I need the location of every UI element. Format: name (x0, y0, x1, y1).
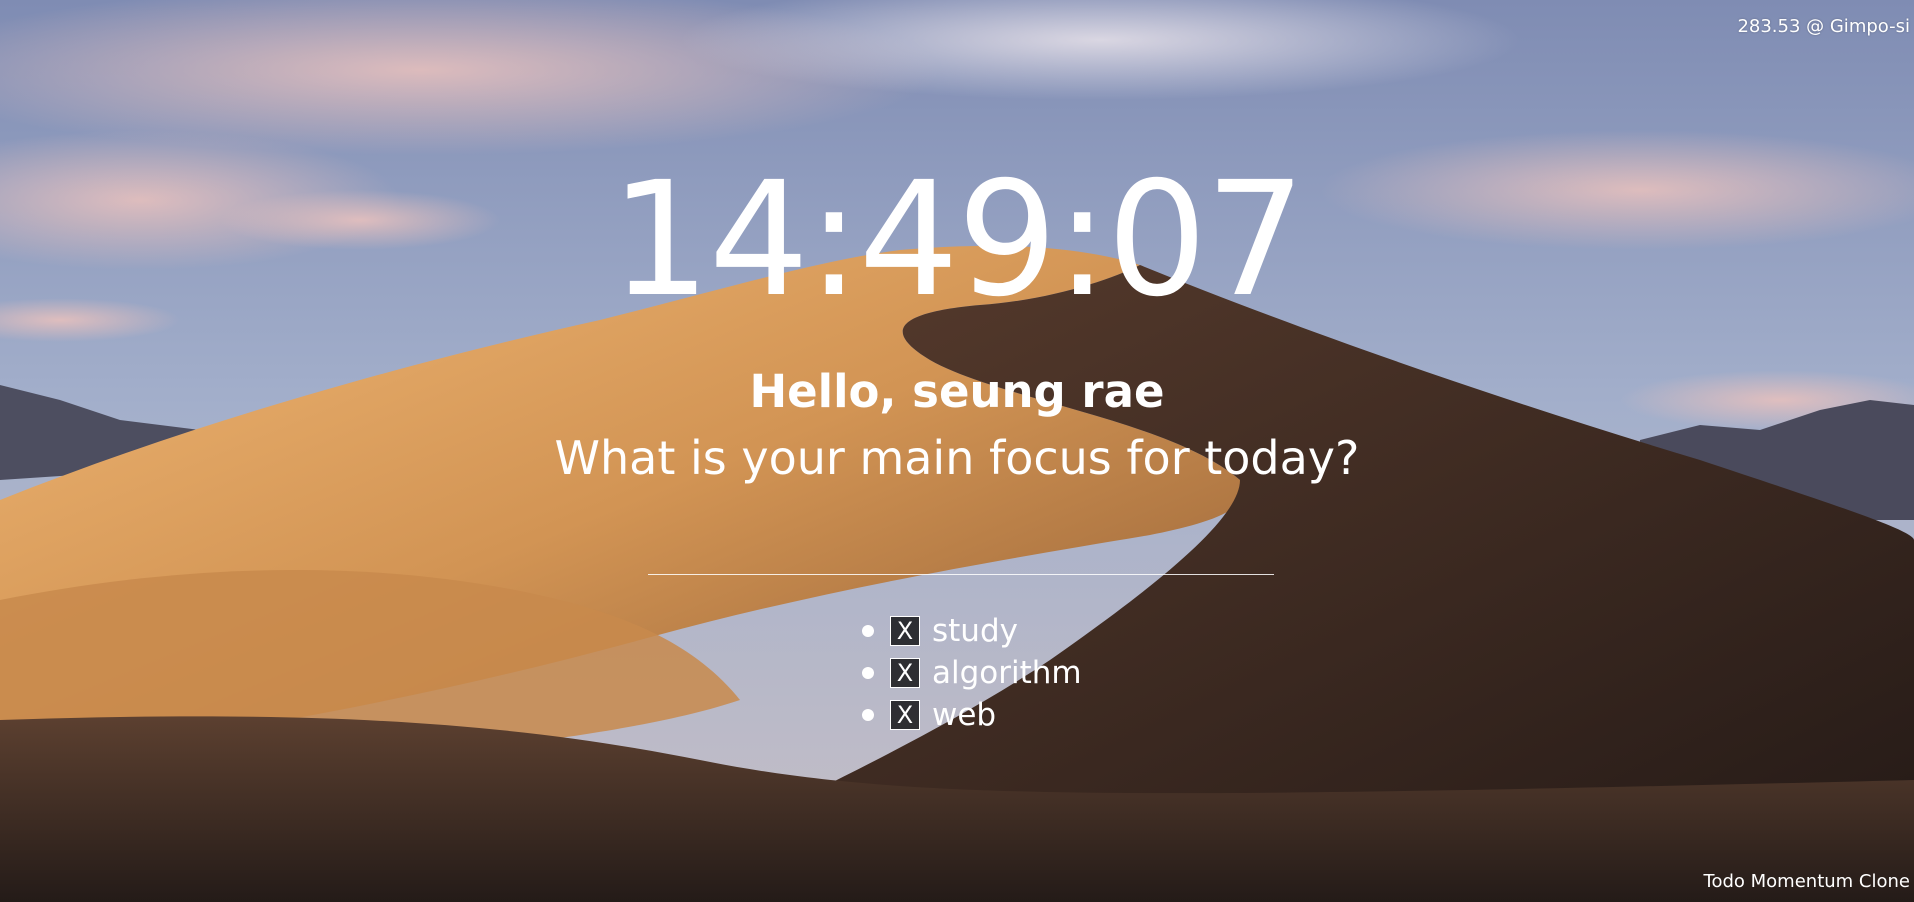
clock: 14:49:07 (610, 148, 1306, 332)
todo-input[interactable] (648, 534, 1274, 575)
greeting: Hello, seung rae (749, 365, 1165, 418)
delete-todo-button[interactable]: X (890, 700, 920, 730)
focus-question: What is your main focus for today? (554, 431, 1360, 485)
bullet-icon (862, 625, 874, 637)
todo-item: X study (862, 610, 1082, 652)
bullet-icon (862, 667, 874, 679)
delete-todo-button[interactable]: X (890, 616, 920, 646)
todo-item: X algorithm (862, 652, 1082, 694)
todo-text: study (932, 613, 1018, 649)
todo-list: X study X algorithm X web (862, 610, 1082, 736)
bullet-icon (862, 709, 874, 721)
footer-credit: Todo Momentum Clone (1703, 871, 1910, 892)
delete-todo-button[interactable]: X (890, 658, 920, 688)
todo-text: algorithm (932, 655, 1082, 691)
todo-item: X web (862, 694, 1082, 736)
todo-text: web (932, 697, 997, 733)
weather-location: 283.53 @ Gimpo-si (1737, 16, 1910, 37)
